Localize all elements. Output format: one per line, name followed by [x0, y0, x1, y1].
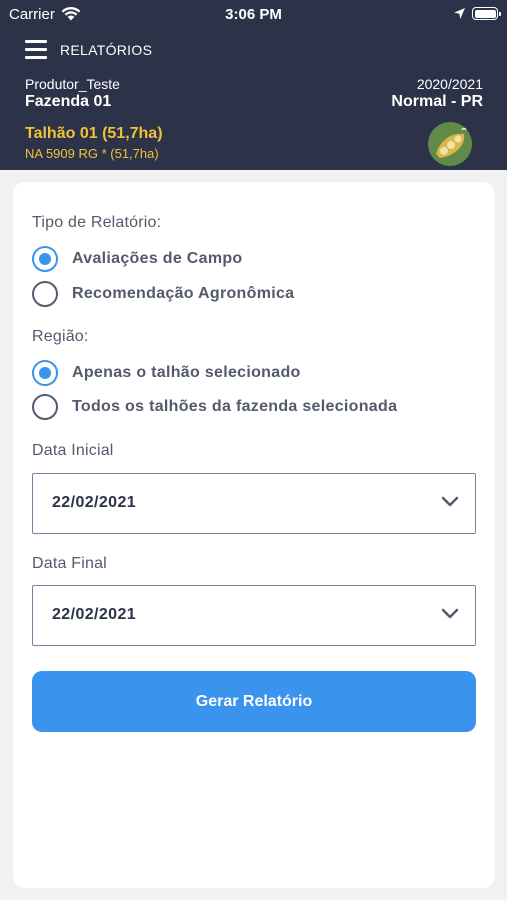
producer-name: Produtor_Teste — [25, 76, 120, 92]
start-date-label: Data Inicial — [32, 442, 114, 459]
end-date-label: Data Final — [32, 555, 107, 572]
radio-button[interactable] — [32, 281, 58, 307]
radio-field-assessments[interactable]: Avaliações de Campo — [32, 246, 472, 274]
report-type-label: Tipo de Relatório: — [32, 214, 162, 231]
radio-button-selected[interactable] — [32, 360, 58, 386]
variety-label: NA 5909 RG * (51,7ha) — [25, 146, 159, 161]
radio-label: Avaliações de Campo — [72, 250, 243, 267]
end-date-value: 22/02/2021 — [52, 606, 137, 623]
end-date-select[interactable]: 22/02/2021 — [32, 585, 476, 646]
radio-agronomic-recommendation[interactable]: Recomendação Agronômica — [32, 281, 472, 309]
start-date-select[interactable]: 22/02/2021 — [32, 473, 476, 534]
farm-name: Fazenda 01 — [25, 93, 112, 110]
season-label: 2020/2021 — [416, 76, 483, 92]
region-section-label: Região: — [32, 328, 89, 345]
plot-name: Talhão 01 (51,7ha) — [25, 125, 163, 142]
clock: 3:06 PM — [225, 6, 282, 23]
radio-label: Todos os talhões da fazenda selecionada — [72, 398, 398, 415]
start-date-value: 22/02/2021 — [52, 494, 137, 511]
radio-label: Recomendação Agronômica — [72, 285, 295, 302]
generate-report-button[interactable]: Gerar Relatório — [32, 671, 476, 732]
radio-label: Apenas o talhão selecionado — [72, 364, 301, 381]
radio-selected-plot-only[interactable]: Apenas o talhão selecionado — [32, 360, 472, 388]
soybean-icon[interactable] — [428, 122, 472, 166]
radio-button[interactable] — [32, 394, 58, 420]
region-label: Normal - PR — [391, 93, 483, 110]
radio-all-farm-plots[interactable]: Todos os talhões da fazenda selecionada — [32, 394, 472, 422]
radio-button-selected[interactable] — [32, 246, 58, 272]
hamburger-menu-icon[interactable] — [25, 40, 47, 59]
chevron-down-icon — [441, 496, 459, 507]
chevron-down-icon — [441, 608, 459, 619]
location-arrow-icon — [454, 8, 465, 19]
battery-icon — [472, 7, 501, 20]
status-bar: Carrier 3:06 PM — [0, 0, 507, 30]
app-header: Carrier 3:06 PM RELATÓRIOS Produtor_Test… — [0, 0, 507, 170]
page-title: RELATÓRIOS — [60, 42, 153, 58]
